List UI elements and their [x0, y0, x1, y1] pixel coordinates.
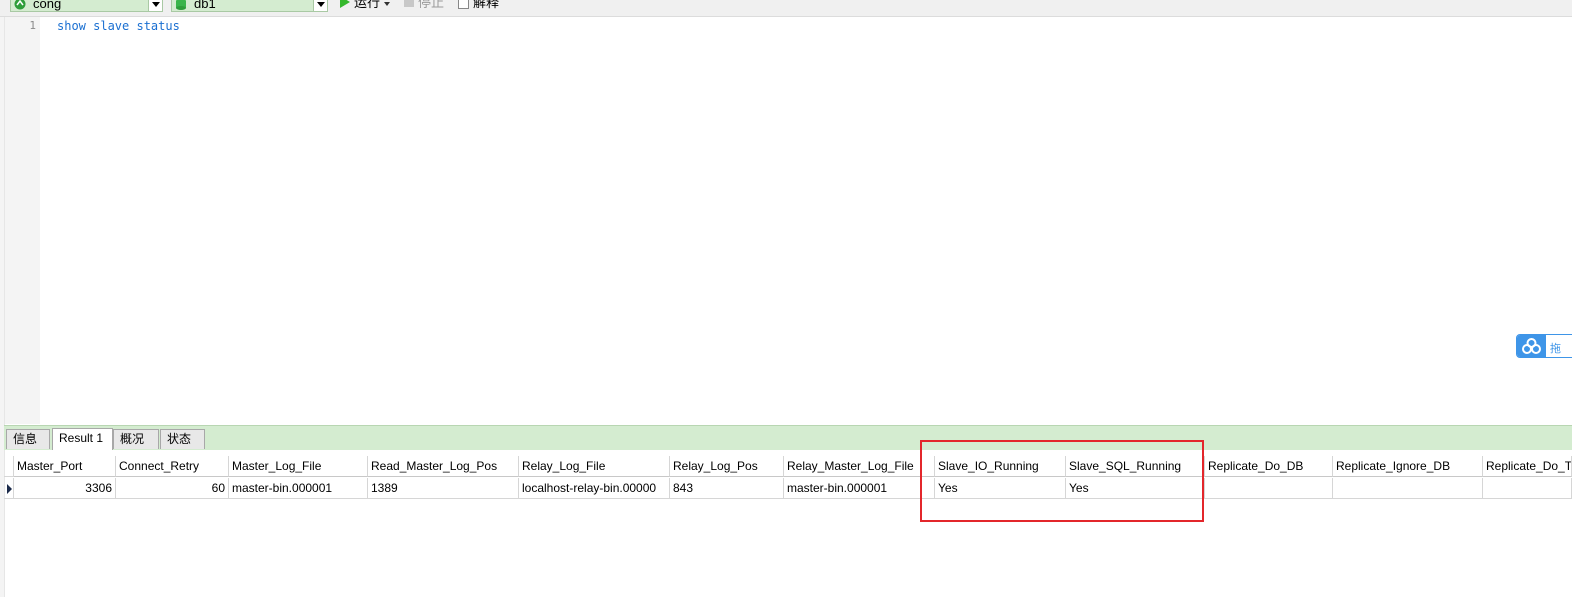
- column-header[interactable]: Read_Master_Log_Pos: [368, 456, 519, 477]
- table-cell[interactable]: localhost-relay-bin.00000: [519, 478, 670, 499]
- row-header-corner: [4, 456, 14, 477]
- highlight-box: [920, 440, 1204, 522]
- column-header[interactable]: Replicate_Do_T: [1483, 456, 1572, 477]
- run-label: 运行: [354, 0, 381, 10]
- line-gutter: 1: [5, 17, 40, 424]
- cloud-icon: [1517, 335, 1546, 357]
- table-cell[interactable]: master-bin.000001: [229, 478, 368, 499]
- database-select[interactable]: db1: [171, 0, 328, 12]
- stop-label: 停止: [418, 0, 445, 10]
- table-cell[interactable]: 843: [670, 478, 784, 499]
- column-header[interactable]: Relay_Log_File: [519, 456, 670, 477]
- floating-widget-label: 拖: [1550, 343, 1561, 355]
- table-cell[interactable]: [1483, 478, 1572, 499]
- connection-name: cong: [33, 0, 62, 11]
- toolbar: cong db1 运行 停止 解释: [0, 0, 1572, 17]
- row-selector[interactable]: [4, 478, 14, 499]
- column-header[interactable]: Master_Log_File: [229, 456, 368, 477]
- result-tab-bar: 信息 Result 1 概况 状态: [4, 425, 1572, 450]
- chevron-down-icon[interactable]: [148, 0, 163, 12]
- column-header[interactable]: Relay_Master_Log_File: [784, 456, 935, 477]
- run-button[interactable]: 运行: [340, 0, 391, 11]
- column-header[interactable]: Replicate_Ignore_DB: [1333, 456, 1483, 477]
- tab-result-1[interactable]: Result 1: [52, 428, 113, 450]
- explain-icon: [458, 0, 469, 9]
- current-row-icon: [7, 484, 12, 494]
- column-header[interactable]: Replicate_Do_DB: [1205, 456, 1333, 477]
- play-icon: [340, 0, 350, 8]
- table-cell[interactable]: 3306: [14, 478, 116, 499]
- table-cell[interactable]: [1333, 478, 1483, 499]
- tab-overview[interactable]: 概况: [113, 429, 159, 449]
- explain-button[interactable]: 解释: [458, 0, 499, 11]
- sql-editor-line[interactable]: show slave status: [57, 19, 180, 33]
- column-header[interactable]: Relay_Log_Pos: [670, 456, 784, 477]
- stop-button[interactable]: 停止: [404, 0, 444, 11]
- table-cell[interactable]: master-bin.000001: [784, 478, 935, 499]
- line-number: 1: [29, 19, 36, 32]
- connection-icon: [14, 0, 26, 10]
- stop-icon: [404, 0, 414, 7]
- database-icon: [176, 0, 186, 10]
- explain-label: 解释: [473, 0, 500, 10]
- table-cell[interactable]: 60: [116, 478, 229, 499]
- column-header[interactable]: Connect_Retry: [116, 456, 229, 477]
- floating-widget[interactable]: 拖: [1516, 334, 1572, 358]
- tab-info[interactable]: 信息: [6, 429, 50, 449]
- table-cell[interactable]: [1205, 478, 1333, 499]
- table-cell[interactable]: 1389: [368, 478, 519, 499]
- database-name: db1: [194, 0, 216, 11]
- chevron-down-icon[interactable]: [313, 0, 328, 12]
- column-header[interactable]: Master_Port: [14, 456, 116, 477]
- chevron-down-icon[interactable]: [384, 1, 391, 6]
- connection-select[interactable]: cong: [10, 0, 163, 12]
- tab-status[interactable]: 状态: [160, 429, 205, 449]
